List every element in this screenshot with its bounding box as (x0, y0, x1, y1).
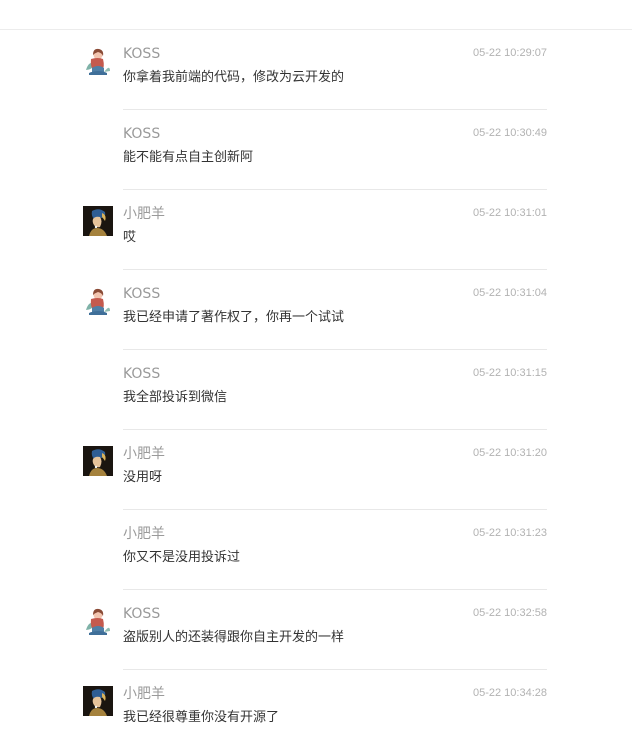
sender-name: 小肥羊 (123, 686, 165, 702)
sender-name: KOSS (123, 366, 161, 382)
sender-name: KOSS (123, 46, 161, 62)
chat-message: KOSS 05-22 10:32:58 盗版别人的还装得跟你自主开发的一样 (0, 590, 632, 670)
message-text: 哎 (123, 230, 137, 245)
chat-message: KOSS 05-22 10:31:15 我全部投诉到微信 (0, 350, 632, 430)
chat-message: 小肥羊 05-22 10:31:23 你又不是没用投诉过 (0, 510, 632, 590)
sender-name: KOSS (123, 286, 161, 302)
sender-name: 小肥羊 (123, 206, 165, 222)
message-text: 你拿着我前端的代码，修改为云开发的 (123, 70, 345, 85)
message-timestamp: 05-22 10:31:01 (472, 207, 547, 219)
chat-message: KOSS 05-22 10:29:07 你拿着我前端的代码，修改为云开发的 (0, 30, 632, 110)
sender-name: KOSS (123, 126, 161, 142)
koss-avatar[interactable] (83, 606, 113, 636)
koss-avatar[interactable] (83, 46, 113, 76)
message-text: 我全部投诉到微信 (123, 390, 228, 405)
sender-name: 小肥羊 (123, 526, 165, 542)
message-text: 我已经很尊重你没有开源了 (123, 710, 280, 725)
message-timestamp: 05-22 10:31:04 (472, 287, 547, 299)
chat-message: 小肥羊 05-22 10:34:28 我已经很尊重你没有开源了 (0, 670, 632, 750)
message-timestamp: 05-22 10:31:20 (472, 447, 547, 459)
message-timestamp: 05-22 10:29:07 (472, 47, 547, 59)
message-text: 能不能有点自主创新阿 (123, 150, 254, 165)
pearl-earring-avatar[interactable] (83, 206, 113, 236)
chat-message: 小肥羊 05-22 10:31:01 哎 (0, 190, 632, 270)
chat-message: KOSS 05-22 10:30:49 能不能有点自主创新阿 (0, 110, 632, 190)
chat-message: 小肥羊 05-22 10:31:20 没用呀 (0, 430, 632, 510)
sender-name: KOSS (123, 606, 161, 622)
chat-message: KOSS 05-22 10:31:04 我已经申请了著作权了，你再一个试试 (0, 270, 632, 350)
pearl-earring-avatar[interactable] (83, 446, 113, 476)
koss-avatar[interactable] (83, 286, 113, 316)
message-timestamp: 05-22 10:31:15 (472, 367, 547, 379)
message-text: 没用呀 (123, 470, 163, 485)
message-timestamp: 05-22 10:32:58 (472, 607, 547, 619)
message-text: 你又不是没用投诉过 (123, 550, 241, 565)
message-text: 盗版别人的还装得跟你自主开发的一样 (123, 630, 345, 645)
sender-name: 小肥羊 (123, 446, 165, 462)
message-text: 我已经申请了著作权了，你再一个试试 (123, 310, 345, 325)
message-timestamp: 05-22 10:31:23 (472, 527, 547, 539)
pearl-earring-avatar[interactable] (83, 686, 113, 716)
message-timestamp: 05-22 10:30:49 (472, 127, 547, 139)
message-timestamp: 05-22 10:34:28 (472, 687, 547, 699)
